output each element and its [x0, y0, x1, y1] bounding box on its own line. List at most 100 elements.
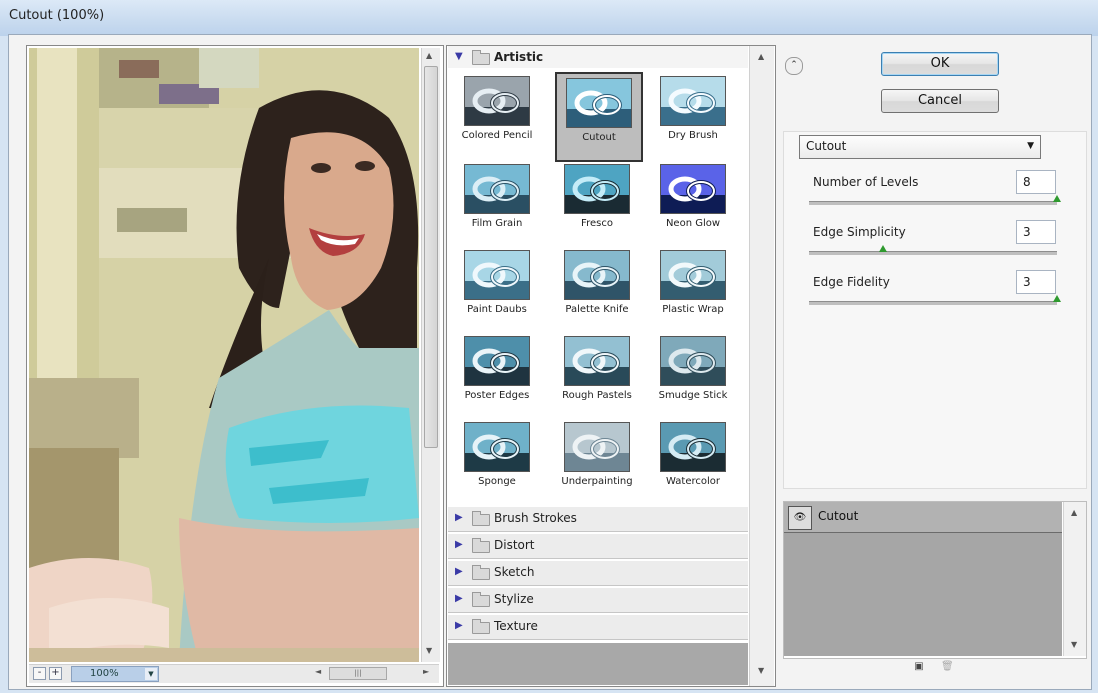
folder-icon	[472, 50, 490, 65]
category-label: Distort	[494, 538, 535, 552]
category-texture[interactable]: ▶ Texture	[448, 614, 748, 640]
filter-gallery-dialog: ▲ ▼ - + 100% ▼ ◄ ||| ► ▼ Artistic Colore…	[8, 34, 1092, 690]
filter-thumb-label: Dry Brush	[668, 130, 718, 141]
preview-image[interactable]	[29, 48, 419, 662]
category-label: Artistic	[494, 50, 544, 64]
filter-thumb-label: Plastic Wrap	[662, 304, 724, 315]
zoom-out-button[interactable]: -	[33, 667, 46, 680]
category-label: Stylize	[494, 592, 534, 606]
category-distort[interactable]: ▶ Distort	[448, 533, 748, 559]
filter-select[interactable]: Cutout ▼	[799, 135, 1041, 159]
collapsed-arrow-icon: ▶	[455, 566, 463, 577]
cutout-photo-preview	[29, 48, 419, 662]
filter-thumb-label: Palette Knife	[565, 304, 629, 315]
filter-thumb-smudge-stick[interactable]: Smudge Stick	[651, 332, 735, 418]
zoom-in-button[interactable]: +	[49, 667, 62, 680]
collapse-gallery-button[interactable]: ⌃	[785, 57, 803, 75]
folder-icon	[472, 511, 490, 526]
double-chevron-up-icon: ⌃	[790, 60, 798, 70]
gallery-scrollbar[interactable]: ▲ ▼	[749, 46, 774, 686]
preview-hscroll-thumb[interactable]: |||	[329, 667, 387, 680]
preview-pane[interactable]: ▲ ▼ - + 100% ▼ ◄ ||| ►	[26, 45, 444, 687]
filter-thumb-label: Underpainting	[561, 476, 633, 487]
eye-visibility-icon[interactable]: 👁	[788, 506, 812, 530]
dropdown-arrow-icon: ▼	[1027, 141, 1034, 151]
filter-select-value: Cutout	[806, 139, 847, 153]
zoom-level-select[interactable]: 100% ▼	[71, 666, 159, 682]
cancel-button[interactable]: Cancel	[881, 89, 999, 113]
expanded-arrow-icon: ▼	[455, 51, 463, 62]
filter-preview-image	[566, 78, 632, 128]
preview-vscroll-thumb[interactable]	[424, 66, 438, 448]
folder-icon	[472, 619, 490, 634]
folder-icon	[472, 538, 490, 553]
filter-thumb-watercolor[interactable]: Watercolor	[651, 418, 735, 504]
filter-preview-image	[564, 250, 630, 300]
chevron-down-icon[interactable]: ▼	[145, 668, 157, 680]
filter-gallery: ▼ Artistic Colored Pencil Cutout Dry Brush…	[446, 45, 776, 687]
filter-thumb-sponge[interactable]: Sponge	[455, 418, 539, 504]
slider-thumb-icon[interactable]	[1053, 295, 1061, 302]
filter-thumb-rough-pastels[interactable]: Rough Pastels	[555, 332, 639, 418]
filter-thumb-label: Poster Edges	[464, 390, 530, 401]
folder-icon	[472, 565, 490, 580]
param-label: Edge Fidelity	[813, 275, 890, 289]
filter-thumb-label: Rough Pastels	[562, 390, 632, 401]
preview-vertical-scrollbar[interactable]: ▲ ▼	[421, 48, 440, 662]
filter-thumb-dry-brush[interactable]: Dry Brush	[651, 72, 735, 158]
gallery-empty-area	[448, 643, 748, 685]
filter-thumb-fresco[interactable]: Fresco	[555, 160, 639, 246]
filter-thumb-paint-daubs[interactable]: Paint Daubs	[455, 246, 539, 332]
filter-thumb-colored-pencil[interactable]: Colored Pencil	[455, 72, 539, 158]
scroll-up-icon[interactable]: ▲	[426, 51, 432, 60]
scroll-down-icon[interactable]: ▼	[1071, 640, 1077, 649]
effect-layer-row[interactable]: 👁 Cutout	[784, 502, 1062, 533]
category-label: Texture	[494, 619, 538, 633]
category-stylize[interactable]: ▶ Stylize	[448, 587, 748, 613]
scroll-up-icon[interactable]: ▲	[758, 52, 764, 61]
filter-thumb-cutout[interactable]: Cutout	[555, 72, 643, 162]
filter-thumb-label: Paint Daubs	[467, 304, 527, 315]
filter-thumb-label: Watercolor	[666, 476, 720, 487]
param-slider[interactable]	[809, 201, 1057, 205]
filter-preview-image	[660, 422, 726, 472]
filter-thumb-poster-edges[interactable]: Poster Edges	[455, 332, 539, 418]
preview-zoom-bar: - + 100% ▼ ◄ ||| ►	[29, 664, 439, 683]
scroll-up-icon[interactable]: ▲	[1071, 508, 1077, 517]
slider-thumb-icon[interactable]	[1053, 195, 1061, 202]
scroll-down-icon[interactable]: ▼	[758, 666, 764, 675]
slider-thumb-icon[interactable]	[879, 245, 888, 252]
param-value-input[interactable]: 3	[1016, 270, 1056, 294]
filter-thumb-label: Colored Pencil	[461, 130, 533, 141]
ok-button[interactable]: OK	[881, 52, 999, 76]
collapsed-arrow-icon: ▶	[455, 512, 463, 523]
param-value-input[interactable]: 8	[1016, 170, 1056, 194]
filter-thumb-label: Smudge Stick	[658, 390, 728, 401]
scroll-right-icon[interactable]: ►	[423, 667, 429, 676]
filter-thumb-plastic-wrap[interactable]: Plastic Wrap	[651, 246, 735, 332]
filter-preview-image	[564, 336, 630, 386]
param-value-input[interactable]: 3	[1016, 220, 1056, 244]
effect-layers-panel: 👁 Cutout ▲ ▼	[783, 501, 1087, 659]
layers-scrollbar[interactable]: ▲ ▼	[1063, 502, 1086, 656]
category-artistic[interactable]: ▼ Artistic	[448, 46, 748, 68]
title-bar: Cutout (100%)	[0, 0, 1098, 36]
effect-layers-list: 👁 Cutout	[784, 502, 1062, 656]
filter-thumb-label: Neon Glow	[665, 218, 721, 229]
filter-thumb-film-grain[interactable]: Film Grain	[455, 160, 539, 246]
param-label: Edge Simplicity	[813, 225, 906, 239]
filter-preview-image	[660, 76, 726, 126]
new-effect-layer-icon[interactable]: ▣	[913, 661, 925, 673]
scroll-down-icon[interactable]: ▼	[426, 646, 432, 655]
delete-effect-layer-icon[interactable]: 🗑	[941, 661, 954, 673]
filter-thumb-underpainting[interactable]: Underpainting	[555, 418, 639, 504]
filter-thumb-palette-knife[interactable]: Palette Knife	[555, 246, 639, 332]
scroll-left-icon[interactable]: ◄	[315, 667, 321, 676]
category-label: Brush Strokes	[494, 511, 577, 525]
category-brush-strokes[interactable]: ▶ Brush Strokes	[448, 506, 748, 532]
category-sketch[interactable]: ▶ Sketch	[448, 560, 748, 586]
collapsed-arrow-icon: ▶	[455, 593, 463, 604]
param-slider[interactable]	[809, 251, 1057, 255]
param-slider[interactable]	[809, 301, 1057, 305]
filter-thumb-neon-glow[interactable]: Neon Glow	[651, 160, 735, 246]
